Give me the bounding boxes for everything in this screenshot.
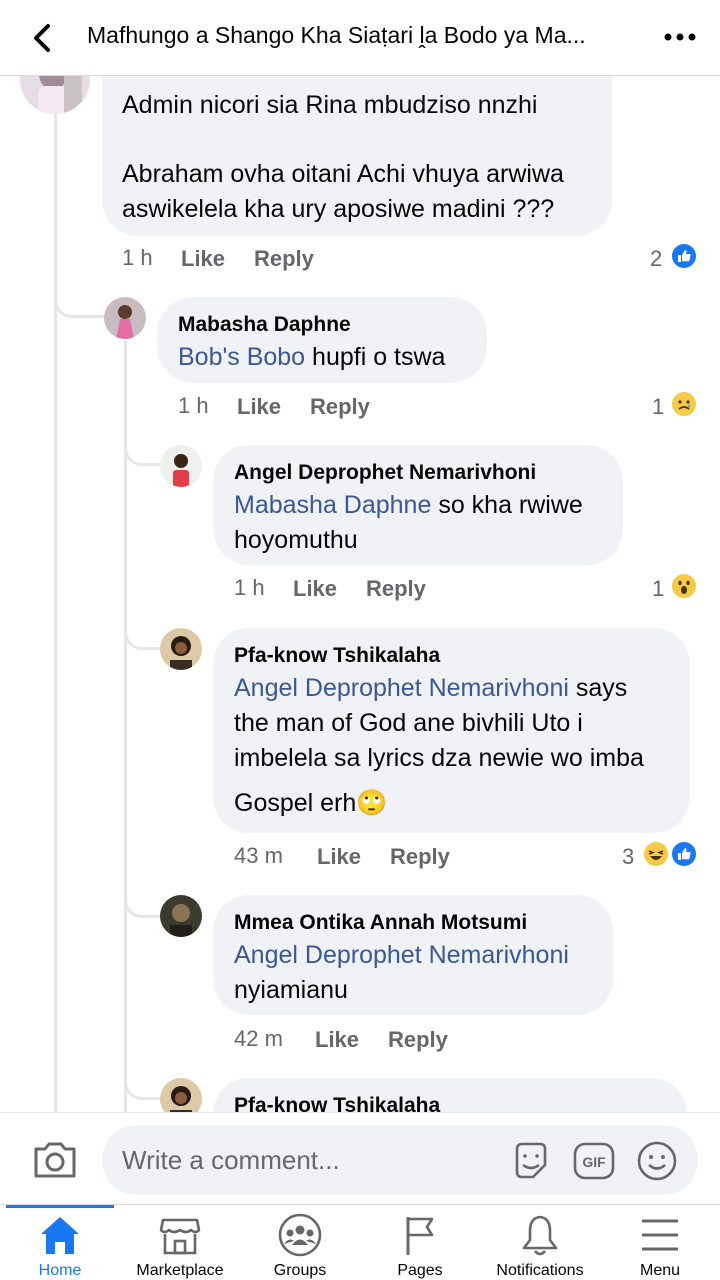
thread-connector xyxy=(124,1055,160,1100)
gif-button[interactable]: GIF xyxy=(572,1139,616,1183)
nav-label: Marketplace xyxy=(136,1262,224,1279)
mention-link[interactable]: Mabasha Daphne xyxy=(234,491,431,519)
nav-label: Menu xyxy=(639,1262,681,1279)
reply-button[interactable]: Reply xyxy=(390,844,450,870)
avatar[interactable] xyxy=(160,445,202,487)
comment-input[interactable]: Write a comment... GIF xyxy=(102,1125,698,1195)
avatar[interactable] xyxy=(104,297,146,339)
comment-time: 1 h xyxy=(234,575,265,600)
comment-composer: Write a comment... GIF xyxy=(0,1112,720,1206)
comment-text: the man of God ane bivhili Uto i xyxy=(234,709,583,737)
commenter-name[interactable]: Mmea Ontika Annah Motsumi xyxy=(234,911,527,935)
reply-button[interactable]: Reply xyxy=(310,394,370,420)
like-reaction-icon[interactable] xyxy=(670,840,698,868)
comment-bubble: Pfa-know Tshikalaha Angel Deprophet Nema… xyxy=(213,628,690,833)
sad-reaction-icon[interactable] xyxy=(670,390,698,418)
nav-notifications[interactable]: Notifications xyxy=(480,1209,600,1280)
nav-groups[interactable]: Groups xyxy=(240,1209,360,1280)
commenter-name[interactable]: Angel Deprophet Nemarivhoni xyxy=(234,461,536,485)
bottom-navigation: Home Marketplace Groups Pages Notificati… xyxy=(0,1204,720,1280)
reaction-count: 1 xyxy=(652,394,665,419)
nav-label: Home xyxy=(38,1262,82,1279)
comment-text: nyiamianu xyxy=(234,976,348,1004)
comment-time: 43 m xyxy=(234,843,283,868)
nav-menu[interactable]: Menu xyxy=(600,1209,720,1280)
comment-bubble: Angel Deprophet Nemarivhoni Mabasha Daph… xyxy=(213,445,623,565)
haha-reaction-icon[interactable] xyxy=(642,840,670,868)
sticker-icon xyxy=(515,1142,547,1179)
comment-bubble: Mabasha Daphne Bob's Bobo hupfi o tswa xyxy=(157,297,487,383)
reaction-count: 3 xyxy=(622,844,635,869)
nav-label: Pages xyxy=(397,1262,443,1279)
avatar[interactable] xyxy=(160,628,202,670)
hamburger-menu-icon xyxy=(636,1213,684,1257)
comment-text: Mabasha Daphne so kha rwiwe xyxy=(234,491,583,519)
home-icon xyxy=(36,1213,84,1257)
more-icon xyxy=(664,33,696,41)
mention-link[interactable]: Bob's Bobo xyxy=(178,343,305,371)
like-button[interactable]: Like xyxy=(237,394,281,420)
nav-marketplace[interactable]: Marketplace xyxy=(120,1209,240,1280)
nav-pages[interactable]: Pages xyxy=(360,1209,480,1280)
svg-text:GIF: GIF xyxy=(582,1154,606,1170)
wow-reaction-icon[interactable] xyxy=(670,572,698,600)
camera-icon xyxy=(34,1142,76,1178)
comment-text: imbelela sa lyrics dza newie wo imba xyxy=(234,744,644,772)
comment-bubble: Mmea Ontika Annah Motsumi Angel Deprophe… xyxy=(213,895,613,1015)
comment-text: Angel Deprophet Nemarivhoni says xyxy=(234,674,628,702)
thread-connector xyxy=(124,870,160,918)
commenter-name[interactable]: Mabasha Daphne xyxy=(178,313,351,337)
marketplace-icon xyxy=(156,1213,204,1257)
flag-icon xyxy=(396,1213,444,1257)
reaction-count: 2 xyxy=(650,246,663,271)
reply-button[interactable]: Reply xyxy=(254,246,314,272)
nav-home[interactable]: Home xyxy=(0,1209,120,1280)
nav-label: Groups xyxy=(273,1262,327,1279)
comment-text: Abraham ovha oitani Achi vhuya arwiwa xyxy=(122,160,564,188)
like-button[interactable]: Like xyxy=(293,576,337,602)
emoji-icon xyxy=(637,1141,677,1181)
mention-link[interactable]: Angel Deprophet Nemarivhoni xyxy=(234,674,569,702)
comment-text: Gospel erh🙄 xyxy=(234,789,388,817)
like-button[interactable]: Like xyxy=(181,246,225,272)
comment-text: hoyomuthu xyxy=(234,526,358,554)
mention-link[interactable]: Angel Deprophet Nemarivhoni xyxy=(234,941,569,969)
active-tab-indicator xyxy=(6,1205,114,1208)
top-bar: Mafhungo a Shango Kha Siaṭari ḽa Bodo ya… xyxy=(0,0,720,76)
more-options-button[interactable] xyxy=(660,22,700,52)
thread-connector xyxy=(124,420,160,466)
back-button[interactable] xyxy=(22,18,62,58)
comment-text: Admin nicori sia Rina mbudziso nnzhi xyxy=(122,91,538,119)
comment-time: 1 h xyxy=(178,393,209,418)
comment-text: Angel Deprophet Nemarivhoni xyxy=(234,938,569,973)
chevron-left-icon xyxy=(34,24,50,52)
reaction-count: 1 xyxy=(652,576,665,601)
reply-button[interactable]: Reply xyxy=(388,1027,448,1053)
emoji-button[interactable] xyxy=(635,1139,679,1183)
groups-icon xyxy=(276,1213,324,1257)
commenter-name[interactable]: Pfa-know Tshikalaha xyxy=(234,644,440,668)
comment-text: aswikelela kha ury aposiwe madini ??? xyxy=(122,195,555,223)
nav-label: Notifications xyxy=(496,1262,584,1279)
reply-button[interactable]: Reply xyxy=(366,576,426,602)
thread-connector xyxy=(54,270,104,318)
like-reaction-icon[interactable] xyxy=(670,242,698,270)
page-title: Mafhungo a Shango Kha Siaṭari ḽa Bodo ya… xyxy=(87,22,586,48)
comment-time: 1 h xyxy=(122,245,153,270)
comment-placeholder: Write a comment... xyxy=(122,1145,340,1175)
comment-text: Bob's Bobo hupfi o tswa xyxy=(178,343,446,371)
like-button[interactable]: Like xyxy=(317,844,361,870)
comment-time: 42 m xyxy=(234,1026,283,1051)
comment-bubble: Admin nicori sia Rina mbudziso nnzhi Abr… xyxy=(102,60,612,236)
avatar[interactable] xyxy=(160,895,202,937)
bell-icon xyxy=(516,1213,564,1257)
like-button[interactable]: Like xyxy=(315,1027,359,1053)
thread-connector xyxy=(124,600,160,650)
gif-icon: GIF xyxy=(573,1142,615,1180)
sticker-button[interactable] xyxy=(509,1139,553,1183)
thread-line xyxy=(54,112,57,1112)
camera-button[interactable] xyxy=(30,1135,80,1185)
